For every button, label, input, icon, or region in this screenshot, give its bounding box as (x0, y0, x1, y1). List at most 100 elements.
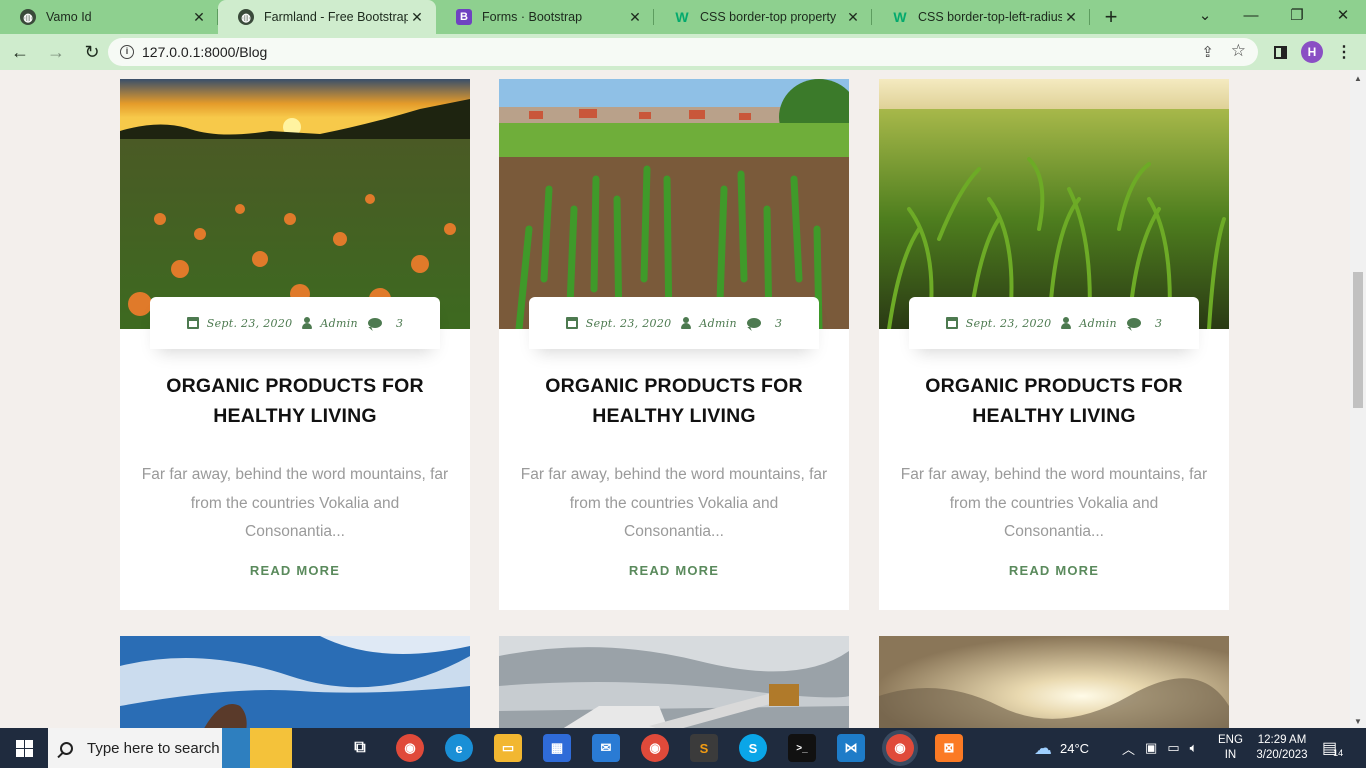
close-icon[interactable]: ✕ (190, 9, 208, 26)
post-excerpt: Far far away, behind the word mountains,… (520, 466, 828, 540)
task-view-icon[interactable]: ⧉ (346, 734, 374, 762)
post-title[interactable]: ORGANIC PRODUCTS FOR HEALTHY LIVING (140, 371, 450, 431)
post-excerpt: Far far away, behind the word mountains,… (141, 466, 449, 540)
scrollbar-thumb[interactable] (1353, 272, 1363, 408)
tab-search-button[interactable]: ⌄ (1182, 0, 1228, 30)
kebab-menu-icon: ⋮ (1336, 44, 1352, 61)
close-icon[interactable]: ✕ (626, 9, 644, 26)
xampp-icon[interactable]: ⊠ (935, 734, 963, 762)
combine-harvester-image[interactable] (499, 636, 849, 728)
post-comment-count[interactable]: 3 (396, 317, 403, 330)
post-meta: Sept. 23, 2020 Admin 3 (150, 297, 440, 349)
cloud-sun-icon: ☁ (1034, 737, 1052, 758)
clock-time: 12:29 AM (1257, 734, 1307, 746)
tab-vamo-id[interactable]: ◍ Vamo Id ✕ (0, 0, 218, 34)
blog-image-pumpkin-field[interactable] (120, 79, 470, 329)
scroll-up-arrow-icon[interactable]: ▲ (1354, 74, 1362, 83)
skype-icon[interactable]: S (739, 734, 767, 762)
network-icon[interactable]: ▭ (1167, 740, 1179, 756)
volume-icon[interactable]: 🔈︎ (1190, 740, 1198, 756)
url-text[interactable]: 127.0.0.1:8000/Blog (142, 44, 267, 60)
forward-button[interactable]: → (40, 36, 72, 68)
file-explorer-icon[interactable]: ▭ (494, 734, 522, 762)
read-more-link[interactable]: READ MORE (250, 563, 340, 578)
info-icon[interactable]: i (120, 45, 134, 59)
search-highlight-image (222, 728, 292, 768)
tab-farmland[interactable]: ◍ Farmland - Free Bootstrap 4 T ✕ (218, 0, 436, 34)
windows-taskbar: Type here to search ⧉ ◉ e ▭ ▦ ✉ ◉ S S >_… (0, 728, 1366, 768)
post-date[interactable]: Sept. 23, 2020 (207, 317, 293, 330)
post-title[interactable]: ORGANIC PRODUCTS FOR HEALTHY LIVING (899, 371, 1209, 431)
comment-icon (746, 318, 761, 328)
clock[interactable]: 12:29 AM 3/20/2023 (1254, 728, 1310, 768)
browser-tab-strip: ◍ Vamo Id ✕ ◍ Farmland - Free Bootstrap … (0, 0, 1366, 34)
blog-card (879, 636, 1229, 728)
post-author[interactable]: Admin (1079, 317, 1117, 330)
tab-title: Vamo Id (46, 10, 92, 24)
page-scrollbar[interactable]: ▲ ▼ (1350, 70, 1366, 728)
weather-widget[interactable]: ☁ 24°C (1034, 728, 1089, 768)
read-more-link[interactable]: READ MORE (629, 563, 719, 578)
taskbar-search-box[interactable]: Type here to search (48, 728, 292, 768)
post-author[interactable]: Admin (699, 317, 737, 330)
sublime-text-icon[interactable]: S (690, 734, 718, 762)
blog-card: Sept. 23, 2020 Admin 3 ORGANIC PRODUCTS … (120, 79, 470, 610)
close-icon[interactable]: ✕ (408, 9, 426, 26)
w3schools-icon: W (893, 9, 907, 25)
blog-image-corn-sunlight[interactable] (879, 79, 1229, 329)
meet-now-icon[interactable]: ▣ (1145, 740, 1157, 756)
side-panel-button[interactable] (1268, 34, 1292, 70)
start-button[interactable] (0, 728, 48, 768)
vscode-icon[interactable]: ⋈ (837, 734, 865, 762)
microsoft-store-icon[interactable]: ▦ (543, 734, 571, 762)
avatar: H (1301, 41, 1323, 63)
minimize-button[interactable]: — (1228, 0, 1274, 30)
tab-forms-bootstrap[interactable]: B Forms · Bootstrap ✕ (436, 0, 654, 34)
chrome-icon[interactable]: ◉ (641, 734, 669, 762)
restore-button[interactable]: ❐ (1274, 0, 1320, 30)
profile-button[interactable]: H (1300, 34, 1324, 70)
reload-button[interactable]: ↻ (76, 36, 108, 68)
blog-card (120, 636, 470, 728)
side-panel-icon (1273, 45, 1287, 59)
blog-card: Sept. 23, 2020 Admin 3 ORGANIC PRODUCTS … (879, 79, 1229, 610)
tab-css-border-radius[interactable]: W CSS border-top-left-radius p ✕ (872, 0, 1090, 34)
globe-icon: ◍ (20, 9, 36, 25)
search-placeholder: Type here to search (87, 739, 220, 757)
address-bar[interactable]: i 127.0.0.1:8000/Blog ⇪ ☆ (108, 38, 1258, 66)
menu-button[interactable]: ⋮ (1332, 34, 1356, 70)
sunlit-clouds-image[interactable] (879, 636, 1229, 728)
scroll-down-arrow-icon[interactable]: ▼ (1354, 717, 1362, 726)
post-comment-count[interactable]: 3 (1155, 317, 1162, 330)
bootstrap-icon: B (456, 9, 472, 25)
region-code: IN (1224, 749, 1237, 761)
post-date[interactable]: Sept. 23, 2020 (966, 317, 1052, 330)
notification-center-button[interactable]: ▤ 14 (1322, 728, 1343, 768)
edge-icon[interactable]: e (445, 734, 473, 762)
tab-title: Farmland - Free Bootstrap 4 T (264, 10, 408, 24)
mail-icon[interactable]: ✉ (592, 734, 620, 762)
post-author[interactable]: Admin (320, 317, 358, 330)
chevron-up-icon[interactable]: ︿ (1122, 739, 1135, 758)
language-indicator[interactable]: ENG IN (1218, 728, 1243, 768)
post-comment-count[interactable]: 3 (775, 317, 782, 330)
read-more-link[interactable]: READ MORE (1009, 563, 1099, 578)
tab-css-border-top[interactable]: W CSS border-top property ✕ (654, 0, 872, 34)
close-window-button[interactable]: ✕ (1320, 0, 1366, 30)
terminal-icon[interactable]: >_ (788, 734, 816, 762)
card-body: ORGANIC PRODUCTS FOR HEALTHY LIVING Far … (499, 329, 849, 610)
close-icon[interactable]: ✕ (1062, 9, 1080, 26)
back-button[interactable]: ← (4, 36, 36, 68)
close-icon[interactable]: ✕ (844, 9, 862, 26)
blog-image-corn-village[interactable] (499, 79, 849, 329)
system-tray: ︿ ▣ ▭ 🔈︎ (1122, 728, 1197, 768)
post-title[interactable]: ORGANIC PRODUCTS FOR HEALTHY LIVING (519, 371, 829, 431)
post-date[interactable]: Sept. 23, 2020 (586, 317, 672, 330)
chrome-canary-icon[interactable]: ◉ (396, 734, 424, 762)
chrome-profile-icon[interactable]: ◉ (886, 734, 914, 762)
share-icon[interactable]: ⇪ (1201, 43, 1214, 61)
browser-toolbar: ← → ↻ i 127.0.0.1:8000/Blog ⇪ ☆ H ⋮ (0, 34, 1366, 70)
new-tab-button[interactable]: + (1090, 0, 1132, 34)
bookmark-star-icon[interactable]: ☆ (1231, 41, 1246, 61)
farmer-blue-sky-image[interactable] (120, 636, 470, 728)
